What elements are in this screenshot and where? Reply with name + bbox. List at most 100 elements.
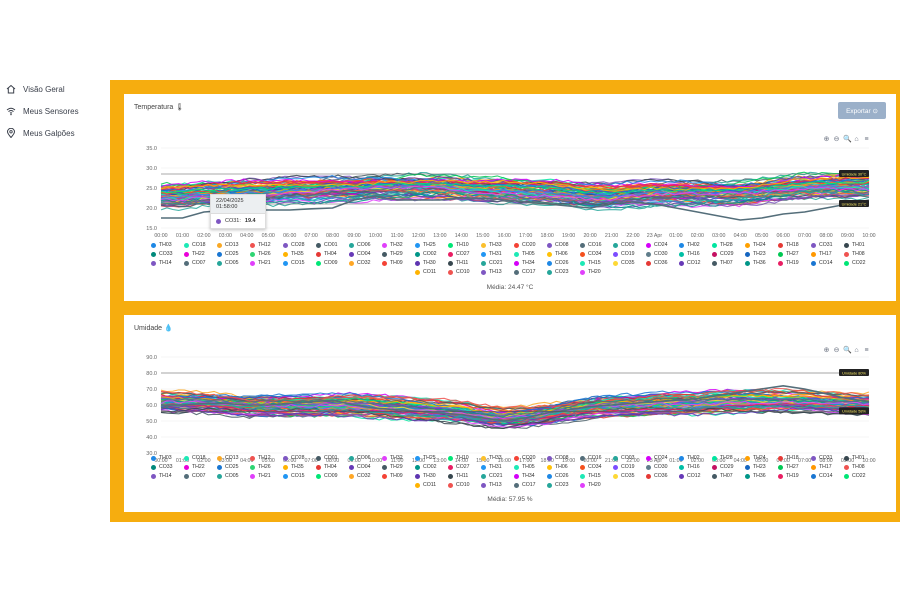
legend-item-th12[interactable]: TH12 [250,242,283,248]
legend-item-th32[interactable]: TH32 [382,455,415,461]
legend-item-th07[interactable]: TH07 [712,260,745,266]
legend-item-co07[interactable]: CO07 [184,260,217,266]
legend-item-co34[interactable]: CO34 [580,464,613,470]
legend-item-th31[interactable]: TH31 [481,251,514,257]
legend-item-th22[interactable]: TH22 [184,251,217,257]
legend-item-th18[interactable]: TH18 [778,455,811,461]
legend-item-th34[interactable]: TH34 [514,260,547,266]
legend-item-th14[interactable]: TH14 [151,473,184,479]
legend-item-th19[interactable]: TH19 [778,473,811,479]
legend-item-th28[interactable]: TH28 [712,455,745,461]
legend-item-th33[interactable]: TH33 [481,455,514,461]
legend-item-co31[interactable]: CO31 [811,242,844,248]
legend-item-th18[interactable]: TH18 [778,242,811,248]
legend-item-th14[interactable]: TH14 [151,260,184,266]
legend-item-co28[interactable]: CO28 [283,455,316,461]
legend-item-co17[interactable]: CO17 [514,269,547,275]
legend-item-co36[interactable]: CO36 [646,473,679,479]
legend-item-th10[interactable]: TH10 [448,242,481,248]
sidebar-item-sensors[interactable]: Meus Sensores [0,100,105,122]
legend-item-th27[interactable]: TH27 [778,464,811,470]
legend-item-th06[interactable]: TH06 [547,251,580,257]
legend-item-th32[interactable]: TH32 [382,242,415,248]
legend-item-co31[interactable]: CO31 [811,455,844,461]
legend-item-co07[interactable]: CO07 [184,473,217,479]
legend-item-co13[interactable]: CO13 [217,242,250,248]
legend-item-th03[interactable]: TH03 [151,455,184,461]
legend-item-th02[interactable]: TH02 [679,455,712,461]
legend-item-co33[interactable]: CO33 [151,251,184,257]
legend-item-th08[interactable]: TH08 [844,464,877,470]
legend-item-th36[interactable]: TH36 [745,473,778,479]
legend-item-th21[interactable]: TH21 [250,260,283,266]
legend-item-th16[interactable]: TH16 [679,464,712,470]
legend-item-co27[interactable]: CO27 [448,464,481,470]
legend-item-th30[interactable]: TH30 [415,473,448,479]
legend-item-co08[interactable]: CO08 [547,242,580,248]
legend-item-co23[interactable]: CO23 [547,269,580,275]
legend-item-th05[interactable]: TH05 [514,251,547,257]
legend-item-co20[interactable]: CO20 [514,242,547,248]
legend-item-th29[interactable]: TH29 [382,464,415,470]
legend-item-co25[interactable]: CO25 [217,464,250,470]
legend-item-co23[interactable]: CO23 [547,482,580,488]
legend-item-co19[interactable]: CO19 [613,464,646,470]
legend-item-co34[interactable]: CO34 [580,251,613,257]
legend-item-th05[interactable]: TH05 [514,464,547,470]
legend-item-th23[interactable]: TH23 [745,464,778,470]
legend-item-th12[interactable]: TH12 [250,455,283,461]
legend-item-th19[interactable]: TH19 [778,260,811,266]
legend-item-co06[interactable]: CO06 [349,242,382,248]
legend-item-co03[interactable]: CO03 [613,242,646,248]
legend-item-co29[interactable]: CO29 [712,251,745,257]
legend-item-co26[interactable]: CO26 [547,473,580,479]
export-button[interactable]: Exportar ⊙ [838,102,886,119]
legend-item-co22[interactable]: CO22 [844,473,877,479]
legend-item-th11[interactable]: TH11 [448,260,481,266]
legend-item-th09[interactable]: TH09 [382,473,415,479]
legend-item-th09[interactable]: TH09 [382,260,415,266]
legend-item-co14[interactable]: CO14 [811,473,844,479]
legend-item-th33[interactable]: TH33 [481,242,514,248]
legend-item-th08[interactable]: TH08 [844,251,877,257]
legend-item-co15[interactable]: CO15 [283,260,316,266]
legend-item-co35[interactable]: CO35 [613,260,646,266]
legend-item-co05[interactable]: CO05 [217,260,250,266]
legend-item-co16[interactable]: CO16 [580,455,613,461]
legend-item-co35[interactable]: CO35 [613,473,646,479]
legend-item-co36[interactable]: CO36 [646,260,679,266]
legend-item-th34[interactable]: TH34 [514,473,547,479]
legend-item-co30[interactable]: CO30 [646,464,679,470]
legend-item-co30[interactable]: CO30 [646,251,679,257]
legend-item-th31[interactable]: TH31 [481,464,514,470]
legend-item-th35[interactable]: TH35 [283,464,316,470]
legend-item-co13[interactable]: CO13 [217,455,250,461]
legend-item-th25[interactable]: TH25 [415,455,448,461]
legend-item-th21[interactable]: TH21 [250,473,283,479]
legend-item-co19[interactable]: CO19 [613,251,646,257]
legend-item-co21[interactable]: CO21 [481,260,514,266]
legend-item-co04[interactable]: CO04 [349,464,382,470]
legend-item-co12[interactable]: CO12 [679,473,712,479]
legend-item-co15[interactable]: CO15 [283,473,316,479]
legend-item-co04[interactable]: CO04 [349,251,382,257]
legend-item-th24[interactable]: TH24 [745,455,778,461]
legend-item-th03[interactable]: TH03 [151,242,184,248]
legend-item-th20[interactable]: TH20 [580,482,613,488]
legend-item-co11[interactable]: CO11 [415,482,448,488]
legend-item-th26[interactable]: TH26 [250,251,283,257]
legend-item-co10[interactable]: CO10 [448,269,481,275]
legend-item-th16[interactable]: TH16 [679,251,712,257]
legend-item-co03[interactable]: CO03 [613,455,646,461]
legend-item-co09[interactable]: CO09 [316,260,349,266]
legend-item-co08[interactable]: CO08 [547,455,580,461]
legend-item-th01[interactable]: TH01 [844,242,877,248]
legend-item-th15[interactable]: TH15 [580,260,613,266]
legend-item-th04[interactable]: TH04 [316,251,349,257]
legend-item-co18[interactable]: CO18 [184,242,217,248]
legend-item-th17[interactable]: TH17 [811,251,844,257]
legend-item-th22[interactable]: TH22 [184,464,217,470]
legend-item-th30[interactable]: TH30 [415,260,448,266]
legend-item-co33[interactable]: CO33 [151,464,184,470]
legend-item-co10[interactable]: CO10 [448,482,481,488]
